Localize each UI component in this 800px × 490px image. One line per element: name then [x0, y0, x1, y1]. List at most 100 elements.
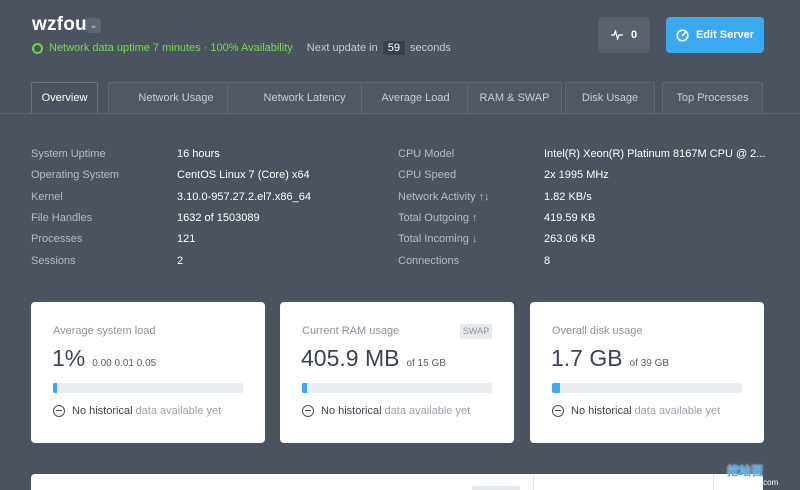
no-history-note: No historical data available yet: [302, 405, 470, 417]
update-suffix: seconds: [409, 42, 451, 54]
info-label: Connections: [398, 255, 460, 267]
site-watermark-url: wzfou.com: [740, 478, 779, 487]
info-label: CPU Model: [398, 148, 455, 160]
info-row: Operating System: [31, 169, 119, 181]
tab-network-usage[interactable]: Network Usage: [108, 82, 244, 113]
no-history-strong: No historical: [72, 405, 133, 417]
info-label: Network Activity ↑↓: [398, 191, 490, 203]
alerts-count: 0: [630, 29, 638, 41]
no-history-light: data available yet: [384, 405, 471, 417]
info-row: Kernel: [31, 191, 63, 203]
tab-average-load[interactable]: Average Load: [361, 82, 470, 113]
pulse-icon: [610, 30, 623, 40]
status-ring-icon: [32, 42, 43, 54]
update-label: Next update in: [306, 42, 378, 54]
card-title: Current RAM usage: [302, 325, 400, 337]
cpu-speed-value: 2x 1995 MHz: [544, 169, 609, 181]
info-value: 263.06 KB: [544, 233, 595, 245]
card-value-group: 1.7 GB of 39 GB: [551, 345, 669, 372]
swap-toggle-button[interactable]: SWAP: [460, 324, 492, 339]
info-row: Sessions: [31, 255, 76, 267]
info-value: 1632 of 1503089: [177, 212, 260, 224]
sessions-value: 2: [177, 255, 184, 267]
info-value: CentOS Linux 7 (Core) x64: [177, 169, 310, 181]
tab-top-processes[interactable]: Top Processes: [662, 82, 763, 113]
no-history-strong: No historical: [571, 405, 632, 417]
no-history-note: No historical data available yet: [552, 405, 720, 417]
bottom-panel: [31, 474, 763, 490]
no-history-light: data available yet: [135, 405, 222, 417]
disk-progress-bar: [552, 383, 742, 393]
info-value: 2x 1995 MHz: [544, 169, 609, 181]
progress-fill: [302, 383, 308, 393]
server-title: wzfou: [32, 14, 87, 35]
info-label: File Handles: [31, 212, 93, 224]
info-label: Total Outgoing ↑: [398, 212, 478, 224]
connections-value: 8: [544, 255, 551, 267]
info-row: Total Incoming ↓: [398, 233, 477, 245]
info-value: 121: [177, 233, 195, 245]
minus-circle-icon: [302, 405, 314, 417]
bottom-panel-chip: [472, 486, 520, 490]
tab-disk-usage[interactable]: Disk Usage: [565, 82, 655, 113]
tab-ram-swap[interactable]: RAM & SWAP: [467, 82, 562, 113]
total-outgoing-value: 419.59 KB: [544, 212, 596, 224]
gauge-icon: [676, 28, 689, 42]
panel-divider: [713, 474, 714, 490]
info-value: 2: [177, 255, 183, 267]
file-handles-value: 1632 of 1503089: [177, 212, 260, 224]
no-history-note: No historical data available yet: [53, 405, 221, 417]
load-value: 1%: [52, 345, 86, 371]
tab-overview[interactable]: Overview: [31, 82, 98, 113]
load-progress-bar: [53, 383, 243, 393]
ram-progress-bar: [302, 383, 492, 393]
network-activity-value: 1.82 KB/s: [544, 191, 592, 203]
tab-network-latency[interactable]: Network Latency: [227, 82, 382, 113]
cpu-model-value: Intel(R) Xeon(R) Platinum 8167M CPU @ 2.…: [544, 148, 766, 160]
tabs-divider: [0, 113, 800, 114]
server-header: wzfou ⌄ Network data uptime 7 minutes · …: [0, 0, 800, 81]
panel-divider: [533, 474, 534, 490]
load-card: Average system load 1% 0.00 0.01 0.05 No…: [31, 302, 265, 443]
info-row: Processes: [31, 233, 82, 245]
info-row: Total Outgoing ↑: [398, 212, 478, 224]
ram-card: Current RAM usage SWAP 405.9 MB of 15 GB…: [280, 302, 514, 443]
kernel-value: 3.10.0-957.27.2.el7.x86_64: [177, 191, 311, 203]
os-value: CentOS Linux 7 (Core) x64: [177, 169, 310, 181]
info-label: System Uptime: [31, 148, 106, 160]
processes-value: 121: [177, 233, 196, 245]
info-label: Sessions: [31, 255, 76, 267]
info-value: 16 hours: [177, 148, 220, 160]
info-value: 419.59 KB: [544, 212, 595, 224]
disk-card: Overall disk usage 1.7 GB of 39 GB No hi…: [530, 302, 764, 443]
no-history-strong: No historical: [321, 405, 382, 417]
minus-circle-icon: [552, 405, 564, 417]
info-row: CPU Speed: [398, 169, 456, 181]
disk-value: 1.7 GB: [551, 345, 623, 371]
total-incoming-value: 263.06 KB: [544, 233, 596, 245]
minus-circle-icon: [53, 405, 65, 417]
load-averages: 0.00 0.01 0.05: [92, 358, 157, 369]
disk-total: of 39 GB: [629, 358, 670, 369]
info-label: Processes: [31, 233, 83, 245]
update-countdown: 59: [382, 41, 405, 55]
alerts-button[interactable]: 0: [598, 17, 650, 53]
info-row: File Handles: [31, 212, 92, 224]
info-row: CPU Model: [398, 148, 454, 160]
chevron-down-icon[interactable]: ⌄: [86, 18, 101, 33]
info-label: CPU Speed: [398, 169, 457, 181]
card-value-group: 1% 0.00 0.01 0.05: [52, 345, 156, 372]
site-watermark: 挖站否: [727, 464, 764, 478]
progress-fill: [552, 383, 561, 393]
no-history-light: data available yet: [634, 405, 721, 417]
info-label: Operating System: [31, 169, 120, 181]
progress-fill: [53, 383, 57, 393]
status-line: Network data uptime 7 minutes · 100% Ava…: [32, 41, 451, 55]
info-row: System Uptime: [31, 148, 106, 160]
edit-server-button[interactable]: Edit Server: [666, 17, 764, 53]
ram-total: of 15 GB: [406, 358, 446, 369]
card-title: Average system load: [53, 325, 156, 337]
card-value-group: 405.9 MB of 15 GB: [301, 345, 446, 372]
info-label: Total Incoming ↓: [398, 233, 478, 245]
info-label: Kernel: [31, 191, 63, 203]
